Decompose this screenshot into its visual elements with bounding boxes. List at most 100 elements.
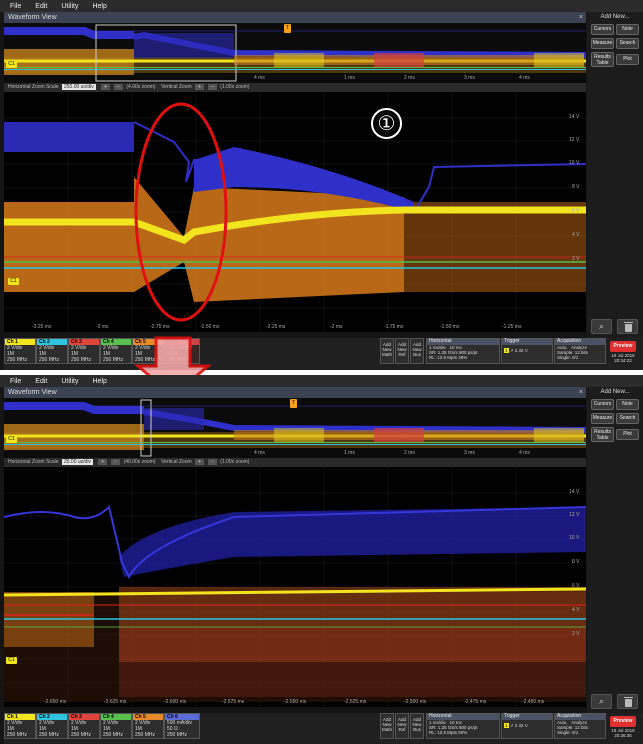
ch1-ground-marker[interactable]: C1 (8, 278, 19, 285)
search-button[interactable]: Search (616, 38, 639, 49)
horizontal-panel[interactable]: Horizontal 1 ms/div 10 ms SR: 1.25 GS/s … (426, 338, 500, 364)
vzoom-out-button[interactable]: − (207, 459, 217, 465)
zoom-scale-value[interactable]: 25.00 us/div (61, 459, 93, 465)
zoom-out-button[interactable]: − (111, 459, 121, 465)
overview-tick: 4 ms (254, 75, 265, 81)
acquisition-panel[interactable]: Acquisition Auto, Analyze Sample: 12 bit… (554, 338, 606, 364)
x-tick: -2.25 ms (266, 324, 286, 330)
note-button[interactable]: Note (616, 24, 639, 35)
trigger-panel[interactable]: Trigger 1 ↗ 2.32 V (501, 713, 553, 739)
add-math-button[interactable]: Add New Math (380, 338, 394, 364)
right-panel: Add New... Cursors Note Measure Search R… (587, 387, 643, 713)
vertical-zoom-factor: (1.00x zoom) (220, 84, 250, 90)
waveform-view-label: Waveform View (8, 389, 57, 396)
record-length: RL: 12.5 Mpts (429, 730, 458, 735)
overview-waveform[interactable]: T C1 4 ms 1 ms 2 ms 3 ms 4 ms (4, 398, 586, 458)
zoom-factor: (40.00x zoom) (123, 459, 156, 465)
y-tick: 12 V (569, 512, 580, 518)
ch6-badge[interactable]: Ch 6 500 mA/div 50 Ω 250 MHz (164, 338, 200, 364)
zoom-scale-value[interactable]: 250.00 us/div (61, 84, 96, 90)
menu-edit[interactable]: Edit (35, 378, 47, 385)
ch2-badge[interactable]: Ch 22 V/div 1M 250 MHz (36, 713, 68, 739)
vzoom-in-button[interactable]: + (195, 84, 204, 90)
menu-bar: File Edit Utility Help (0, 375, 643, 387)
ch1-ground-marker[interactable]: C1 (6, 657, 17, 664)
add-bus-button[interactable]: Add New Bus (410, 338, 424, 364)
zoomed-waveform-plot[interactable]: C1 14 V 12 V 10 V 8 V 6 V 4 V 2 V -2.650… (4, 467, 586, 707)
zoom-in-button[interactable]: + (98, 459, 108, 465)
menu-utility[interactable]: Utility (61, 378, 78, 385)
x-tick: -2.500 ms (404, 699, 427, 705)
magnifier-icon[interactable]: ⌕ (591, 694, 612, 709)
acquisition-panel[interactable]: Acquisition Auto, Analyze Sample: 12 bit… (554, 713, 606, 739)
trash-icon[interactable] (617, 319, 638, 334)
y-tick: 14 V (569, 489, 580, 495)
ch4-badge[interactable]: Ch 42 V/div 1M 250 MHz (100, 338, 132, 364)
vzoom-in-button[interactable]: + (195, 459, 204, 465)
x-tick: -2.650 ms (44, 699, 67, 705)
add-ref-button[interactable]: Add New Ref (395, 713, 409, 739)
x-tick: -3 ms (96, 324, 109, 330)
trigger-position: 50% (458, 730, 468, 735)
measure-button[interactable]: Measure (591, 413, 614, 424)
zoomed-waveform-plot[interactable]: C1 14 V 12 V 10 V 8 V 6 V 4 V 2 V -3.25 … (4, 92, 586, 332)
x-tick: -2.625 ms (104, 699, 127, 705)
close-icon[interactable]: × (579, 12, 583, 23)
results-table-button[interactable]: Results Table (591, 427, 614, 442)
menu-edit[interactable]: Edit (35, 3, 47, 10)
menu-file[interactable]: File (10, 3, 21, 10)
ch5-badge[interactable]: Ch 52 V/div 1M 250 MHz (132, 338, 164, 364)
trigger-title: Trigger (502, 339, 552, 345)
zoom-in-button[interactable]: + (101, 84, 111, 90)
x-tick: -2.575 ms (222, 699, 245, 705)
add-bus-button[interactable]: Add New Bus (410, 713, 424, 739)
add-math-button[interactable]: Add New Math (380, 713, 394, 739)
results-table-button[interactable]: Results Table (591, 52, 614, 67)
preview-button[interactable]: Preview (610, 716, 636, 727)
zoom-out-button[interactable]: − (114, 84, 123, 90)
horizontal-row-3: RL: 12.5 Mpts 49% (427, 355, 499, 360)
acq-single: Single: 0/1 (557, 355, 579, 360)
ch6-badge[interactable]: Ch 6 500 mA/div 50 Ω 250 MHz (164, 713, 200, 739)
trigger-position-marker[interactable]: T (284, 24, 291, 33)
vzoom-out-button[interactable]: − (207, 84, 217, 90)
ch3-badge[interactable]: Ch 32 V/div 1M 250 MHz (68, 713, 100, 739)
ch1-badge[interactable]: Ch 12 V/div 1M 250 MHz (4, 338, 36, 364)
trigger-position-marker[interactable]: T (290, 399, 297, 408)
x-tick: -2.525 ms (344, 699, 367, 705)
menu-utility[interactable]: Utility (61, 3, 78, 10)
horizontal-panel[interactable]: Horizontal 1 ms/div 10 ms SR: 1.25 GS/s … (426, 713, 500, 739)
y-tick: 10 V (569, 160, 580, 166)
trigger-title: Trigger (502, 714, 552, 720)
ch1-badge[interactable]: Ch 12 V/div 1M 250 MHz (4, 713, 36, 739)
menu-help[interactable]: Help (92, 3, 106, 10)
note-button[interactable]: Note (616, 399, 639, 410)
time: 20:34:22 (614, 358, 632, 363)
ch-bandwidth: 250 MHz (135, 357, 156, 363)
search-button[interactable]: Search (616, 413, 639, 424)
overview-waveform[interactable]: T C1 4 ms 1 ms 2 ms 3 ms 4 ms (4, 23, 586, 83)
y-tick: 14 V (569, 114, 580, 120)
magnifier-icon[interactable]: ⌕ (591, 319, 612, 334)
preview-button[interactable]: Preview (610, 341, 636, 352)
x-tick: -2.75 ms (150, 324, 170, 330)
overview-tick: 4 ms (519, 75, 530, 81)
menu-help[interactable]: Help (92, 378, 106, 385)
ch5-badge[interactable]: Ch 52 V/div 1M 250 MHz (132, 713, 164, 739)
add-ref-button[interactable]: Add New Ref (395, 338, 409, 364)
menu-file[interactable]: File (10, 378, 21, 385)
plot-button[interactable]: Plot (616, 54, 639, 65)
ch4-badge[interactable]: Ch 42 V/div 1M 250 MHz (100, 713, 132, 739)
close-icon[interactable]: × (579, 387, 583, 398)
add-label: Bus (413, 352, 421, 357)
measure-button[interactable]: Measure (591, 38, 614, 49)
cursors-button[interactable]: Cursors (591, 399, 614, 410)
ch1-offset-marker[interactable]: C1 (6, 61, 17, 68)
trigger-panel[interactable]: Trigger 1 ↗ 2.32 V (501, 338, 553, 364)
ch2-badge[interactable]: Ch 22 V/div 1M 250 MHz (36, 338, 68, 364)
ch1-offset-marker[interactable]: C1 (6, 436, 17, 443)
trash-icon[interactable] (617, 694, 638, 709)
plot-button[interactable]: Plot (616, 429, 639, 440)
cursors-button[interactable]: Cursors (591, 24, 614, 35)
ch3-badge[interactable]: Ch 32 V/div 1M 250 MHz (68, 338, 100, 364)
